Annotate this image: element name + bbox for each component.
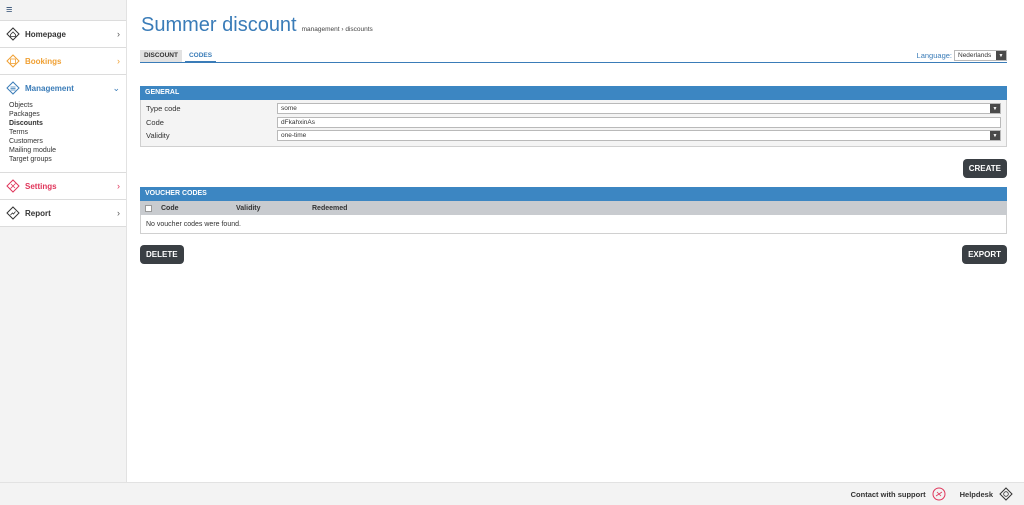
- field-row-type-code: Type code some ▼: [146, 102, 1001, 116]
- helpdesk-icon: [999, 487, 1013, 501]
- export-button[interactable]: EXPORT: [962, 245, 1007, 264]
- voucher-table-header: Code Validity Redeemed: [140, 201, 1007, 215]
- sidebar-item-management[interactable]: Management ⌄: [0, 75, 126, 101]
- field-row-validity: Validity one-time ▼: [146, 129, 1001, 143]
- helpdesk-link[interactable]: Helpdesk: [960, 487, 1013, 501]
- voucher-codes-panel: VOUCHER CODES Code Validity Redeemed No …: [140, 187, 1007, 234]
- sidebar-item-label: Homepage: [25, 29, 66, 39]
- field-row-code: Code dFkahxinAs: [146, 116, 1001, 130]
- general-form: Type code some ▼ Code dFkahxinAs Validit…: [140, 100, 1007, 147]
- main-content: Summer discount management › discounts D…: [140, 0, 1007, 482]
- breadcrumb[interactable]: management › discounts: [302, 26, 373, 33]
- tab-divider: [140, 62, 1007, 63]
- empty-table-message: No voucher codes were found.: [140, 215, 1007, 234]
- submenu-item-objects[interactable]: Objects: [9, 101, 126, 110]
- code-input[interactable]: dFkahxinAs: [277, 116, 1001, 128]
- nav-group-homepage: Homepage ›: [0, 20, 126, 47]
- helpdesk-label: Helpdesk: [959, 489, 993, 499]
- type-code-select[interactable]: some ▼: [277, 103, 1001, 115]
- submenu-item-discounts[interactable]: Discounts: [9, 119, 126, 128]
- calendar-icon: [6, 54, 20, 68]
- home-icon: [6, 27, 20, 41]
- sidebar-item-label: Settings: [25, 181, 57, 191]
- nav-group-bookings: Bookings ›: [0, 47, 126, 74]
- column-header-code[interactable]: Code: [161, 205, 236, 212]
- chevron-right-icon: ›: [117, 29, 120, 39]
- chevron-right-icon: ›: [117, 208, 120, 218]
- management-icon: [6, 81, 20, 95]
- contact-support-link[interactable]: Contact with support: [851, 487, 946, 501]
- select-all-checkbox[interactable]: [145, 204, 152, 212]
- chevron-right-icon: ›: [117, 56, 120, 66]
- dropdown-arrow-icon: ▼: [990, 104, 1000, 114]
- report-icon: [6, 206, 20, 220]
- footer-bar: Contact with support Helpdesk: [0, 482, 1024, 505]
- nav-group-settings: Settings ›: [0, 172, 126, 199]
- contact-support-label: Contact with support: [850, 489, 926, 499]
- general-panel: GENERAL Type code some ▼ Code dFkahxinAs…: [140, 86, 1007, 147]
- language-select[interactable]: Nederlands ▼: [954, 50, 1007, 61]
- language-label: Language:: [916, 51, 952, 60]
- sidebar-item-homepage[interactable]: Homepage ›: [0, 21, 126, 47]
- submenu-item-packages[interactable]: Packages: [9, 110, 126, 119]
- voucher-panel-header: VOUCHER CODES: [140, 187, 1007, 201]
- sidebar-item-label: Management: [25, 83, 74, 93]
- chevron-right-icon: ›: [117, 181, 120, 191]
- dropdown-arrow-icon: ▼: [996, 51, 1006, 60]
- nav-group-management: Management ⌄ Objects Packages Discounts …: [0, 74, 126, 172]
- general-panel-header: GENERAL: [140, 86, 1007, 100]
- title-row: Summer discount management › discounts: [141, 14, 373, 37]
- nav-group-report: Report ›: [0, 199, 126, 227]
- settings-icon: [6, 179, 20, 193]
- validity-value: one-time: [281, 132, 307, 140]
- delete-button[interactable]: DELETE: [140, 245, 184, 264]
- dropdown-arrow-icon: ▼: [990, 131, 1000, 141]
- support-icon: [932, 487, 946, 501]
- create-button[interactable]: CREATE: [962, 159, 1007, 178]
- sidebar-item-bookings[interactable]: Bookings ›: [0, 48, 126, 74]
- code-label: Code: [146, 117, 164, 127]
- language-selector: Language: Nederlands ▼: [917, 50, 1007, 61]
- validity-label: Validity: [146, 131, 170, 141]
- sidebar-item-label: Report: [25, 208, 51, 218]
- sidebar-item-settings[interactable]: Settings ›: [0, 173, 126, 199]
- submenu-item-mailing-module[interactable]: Mailing module: [9, 146, 126, 155]
- submenu-item-customers[interactable]: Customers: [9, 137, 126, 146]
- page-title: Summer discount: [141, 14, 297, 36]
- type-code-label: Type code: [146, 104, 181, 114]
- sidebar-item-label: Bookings: [25, 56, 62, 66]
- submenu-item-target-groups[interactable]: Target groups: [9, 155, 126, 164]
- column-header-validity[interactable]: Validity: [236, 205, 312, 212]
- validity-select[interactable]: one-time ▼: [277, 130, 1001, 142]
- menu-toggle-icon[interactable]: ≡: [0, 0, 126, 20]
- type-code-value: some: [281, 105, 297, 113]
- submenu-item-terms[interactable]: Terms: [9, 128, 126, 137]
- sidebar-item-report[interactable]: Report ›: [0, 200, 126, 226]
- chevron-down-icon: ⌄: [112, 82, 120, 93]
- management-submenu: Objects Packages Discounts Terms Custome…: [0, 101, 126, 172]
- column-header-redeemed[interactable]: Redeemed: [312, 205, 347, 212]
- language-value: Nederlands: [958, 52, 992, 59]
- sidebar: ≡ Homepage › Bookings › Management ⌄ Obj…: [0, 0, 127, 482]
